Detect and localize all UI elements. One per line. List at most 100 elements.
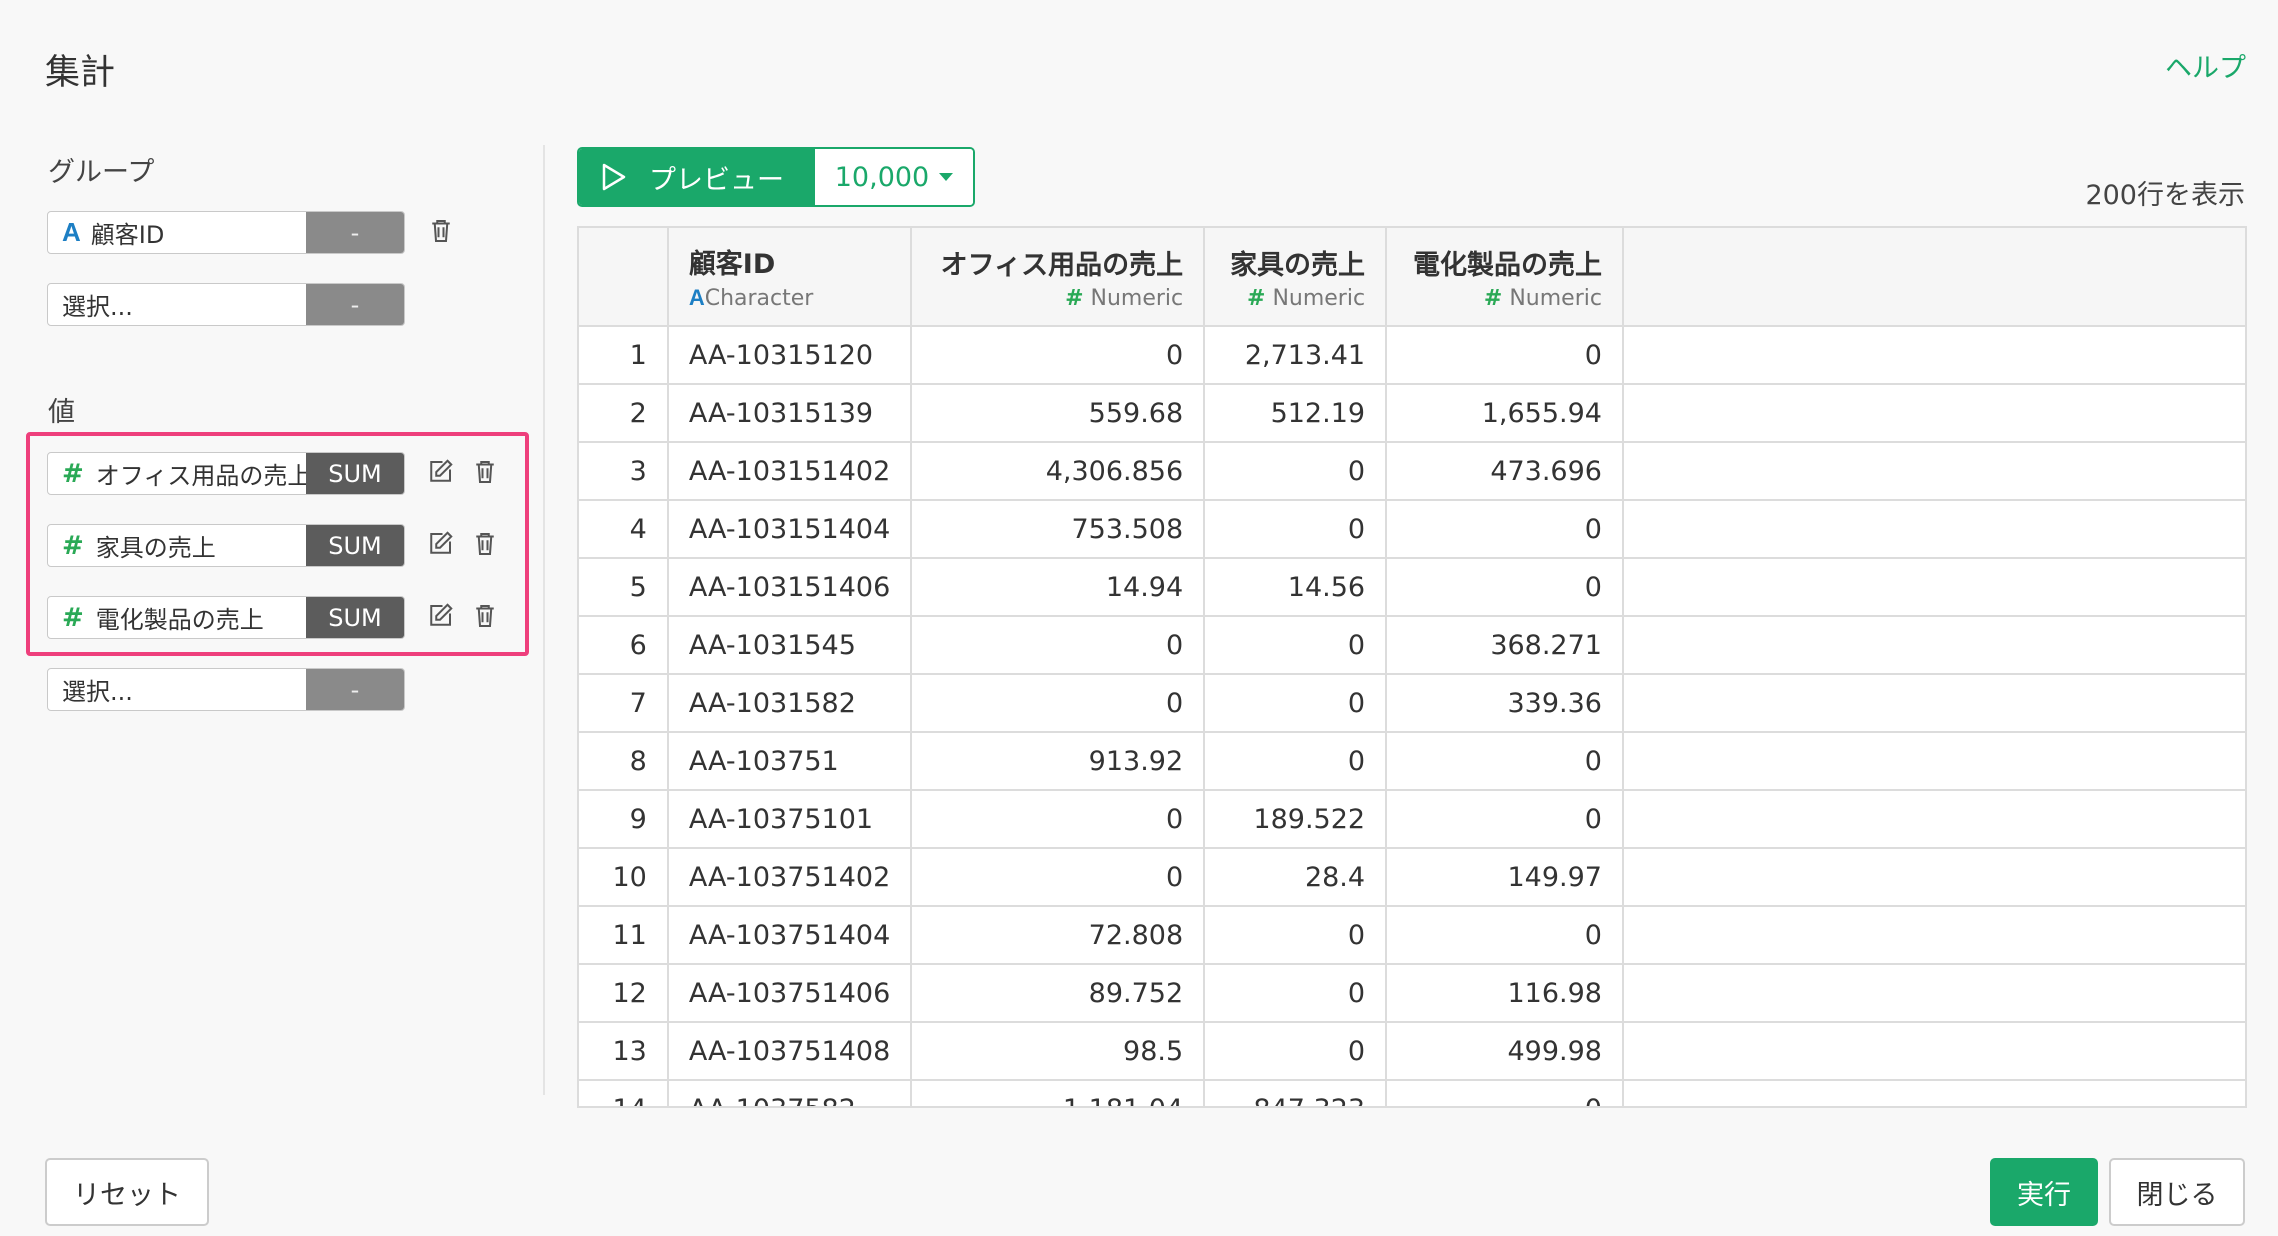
aggregate-selector[interactable]: SUM xyxy=(306,597,404,638)
table-filler xyxy=(1622,228,2245,327)
table-row: 12 AA-103751406 89.752 0 116.98 xyxy=(579,964,2245,1023)
electronics-sales-cell: 339.36 xyxy=(1386,674,1624,733)
row-index-cell: 10 xyxy=(579,848,669,907)
table-row: 10 AA-103751402 0 28.4 149.97 xyxy=(579,848,2245,907)
electronics-sales-cell: 149.97 xyxy=(1386,848,1624,907)
row-index-cell: 9 xyxy=(579,790,669,849)
table-row: 5 AA-103151406 14.94 14.56 0 xyxy=(579,558,2245,617)
value-field-furniture-sales[interactable]: # 家具の売上 SUM xyxy=(47,524,405,567)
table-row: 2 AA-10315139 559.68 512.19 1,655.94 xyxy=(579,384,2245,443)
electronics-sales-cell: 368.271 xyxy=(1386,616,1624,675)
office-sales-cell: 0 xyxy=(911,674,1206,733)
character-type-icon: A xyxy=(62,217,81,247)
close-button[interactable]: 閉じる xyxy=(2109,1158,2245,1226)
table-row: 8 AA-103751 913.92 0 0 xyxy=(579,732,2245,791)
table-row: 6 AA-1031545 0 0 368.271 xyxy=(579,616,2245,675)
column-header[interactable]: 家具の売上 # Numeric xyxy=(1204,228,1388,327)
customer-id-cell: AA-103751406 xyxy=(667,964,913,1023)
office-sales-cell: 4,306.856 xyxy=(911,442,1206,501)
edit-icon[interactable] xyxy=(423,455,457,489)
furniture-sales-cell: 0 xyxy=(1204,500,1388,559)
row-limit-dropdown[interactable]: 10,000 xyxy=(815,149,973,205)
table-filler-cell xyxy=(1622,848,2245,907)
trash-icon[interactable] xyxy=(468,527,502,561)
row-limit-value: 10,000 xyxy=(834,161,930,193)
group-select-placeholder: 選択... xyxy=(62,293,133,321)
trash-icon[interactable] xyxy=(424,214,458,248)
table-filler-cell xyxy=(1622,558,2245,617)
furniture-sales-cell: 2,713.41 xyxy=(1204,326,1388,385)
column-header[interactable]: オフィス用品の売上 # Numeric xyxy=(911,228,1206,327)
preview-table[interactable]: 顧客ID ACharacter オフィス用品の売上 # Numeric 家具の売… xyxy=(577,226,2247,1108)
furniture-sales-cell: 0 xyxy=(1204,616,1388,675)
furniture-sales-cell: 0 xyxy=(1204,906,1388,965)
aggregate-selector[interactable]: - xyxy=(306,284,404,325)
customer-id-cell: AA-103751404 xyxy=(667,906,913,965)
furniture-sales-cell: 0 xyxy=(1204,442,1388,501)
preview-button[interactable]: プレビュー xyxy=(579,149,815,205)
table-filler-cell xyxy=(1622,732,2245,791)
preview-control: プレビュー 10,000 xyxy=(577,147,975,207)
aggregate-selector[interactable]: - xyxy=(306,669,404,710)
group-field-name: 顧客ID xyxy=(90,221,165,249)
value-select[interactable]: 選択... - xyxy=(47,668,405,711)
row-index-cell: 7 xyxy=(579,674,669,733)
value-field-office-sales[interactable]: # オフィス用品の売上 SUM xyxy=(47,452,405,495)
group-section-label: グループ xyxy=(48,157,155,188)
trash-icon[interactable] xyxy=(468,599,502,633)
office-sales-cell: 89.752 xyxy=(911,964,1206,1023)
table-filler-cell xyxy=(1622,790,2245,849)
numeric-type-icon: # xyxy=(62,530,84,561)
edit-icon[interactable] xyxy=(423,599,457,633)
office-sales-cell: 72.808 xyxy=(911,906,1206,965)
edit-icon[interactable] xyxy=(423,527,457,561)
column-header[interactable]: 顧客ID ACharacter xyxy=(667,228,913,327)
aggregate-selector[interactable]: SUM xyxy=(306,453,404,494)
numeric-type-icon: # xyxy=(1483,285,1503,311)
group-select[interactable]: 選択... - xyxy=(47,283,405,326)
aggregate-selector[interactable]: SUM xyxy=(306,525,404,566)
table-filler-cell xyxy=(1622,616,2245,675)
table-filler-cell xyxy=(1622,442,2245,501)
play-icon xyxy=(602,163,626,191)
reset-button[interactable]: リセット xyxy=(45,1158,209,1226)
office-sales-cell: 0 xyxy=(911,790,1206,849)
office-sales-cell: 753.508 xyxy=(911,500,1206,559)
help-link[interactable]: ヘルプ xyxy=(2165,46,2246,85)
dialog-title: 集計 xyxy=(45,53,116,93)
row-index-cell: 11 xyxy=(579,906,669,965)
column-header[interactable]: 電化製品の売上 # Numeric xyxy=(1386,228,1624,327)
trash-icon[interactable] xyxy=(468,455,502,489)
electronics-sales-cell: 116.98 xyxy=(1386,964,1624,1023)
row-index-cell: 3 xyxy=(579,442,669,501)
furniture-sales-cell: 512.19 xyxy=(1204,384,1388,443)
row-index-cell: 13 xyxy=(579,1022,669,1081)
character-type-icon: A xyxy=(688,285,705,310)
run-button[interactable]: 実行 xyxy=(1990,1158,2098,1226)
electronics-sales-cell: 1,655.94 xyxy=(1386,384,1624,443)
customer-id-cell: AA-103751402 xyxy=(667,848,913,907)
preview-label: プレビュー xyxy=(649,164,784,196)
table-row: 14AA-10375821,181.04847.3230 xyxy=(579,1080,2245,1106)
rows-shown-label: 200行を表示 xyxy=(2085,180,2245,211)
table-row: 4 AA-103151404 753.508 0 0 xyxy=(579,500,2245,559)
customer-id-cell: AA-10315120 xyxy=(667,326,913,385)
customer-id-cell: AA-103751408 xyxy=(667,1022,913,1081)
furniture-sales-cell: 847.323 xyxy=(1204,1080,1388,1106)
electronics-sales-cell: 0 xyxy=(1386,906,1624,965)
row-index-cell: 1 xyxy=(579,326,669,385)
aggregate-selector[interactable]: - xyxy=(306,212,404,253)
row-index-cell: 5 xyxy=(579,558,669,617)
row-index-cell: 4 xyxy=(579,500,669,559)
table-header-row: 顧客ID ACharacter オフィス用品の売上 # Numeric 家具の売… xyxy=(579,228,2245,327)
table-row: 1 AA-10315120 0 2,713.41 0 xyxy=(579,326,2245,385)
numeric-type-icon: # xyxy=(62,458,84,489)
office-sales-cell: 0 xyxy=(911,616,1206,675)
electronics-sales-cell: 473.696 xyxy=(1386,442,1624,501)
group-field-customer-id[interactable]: A 顧客ID - xyxy=(47,211,405,254)
value-field-electronics-sales[interactable]: # 電化製品の売上 SUM xyxy=(47,596,405,639)
furniture-sales-cell: 0 xyxy=(1204,732,1388,791)
customer-id-cell: AA-103151404 xyxy=(667,500,913,559)
value-field-name: オフィス用品の売上 xyxy=(95,462,306,490)
customer-id-cell: AA-10315139 xyxy=(667,384,913,443)
